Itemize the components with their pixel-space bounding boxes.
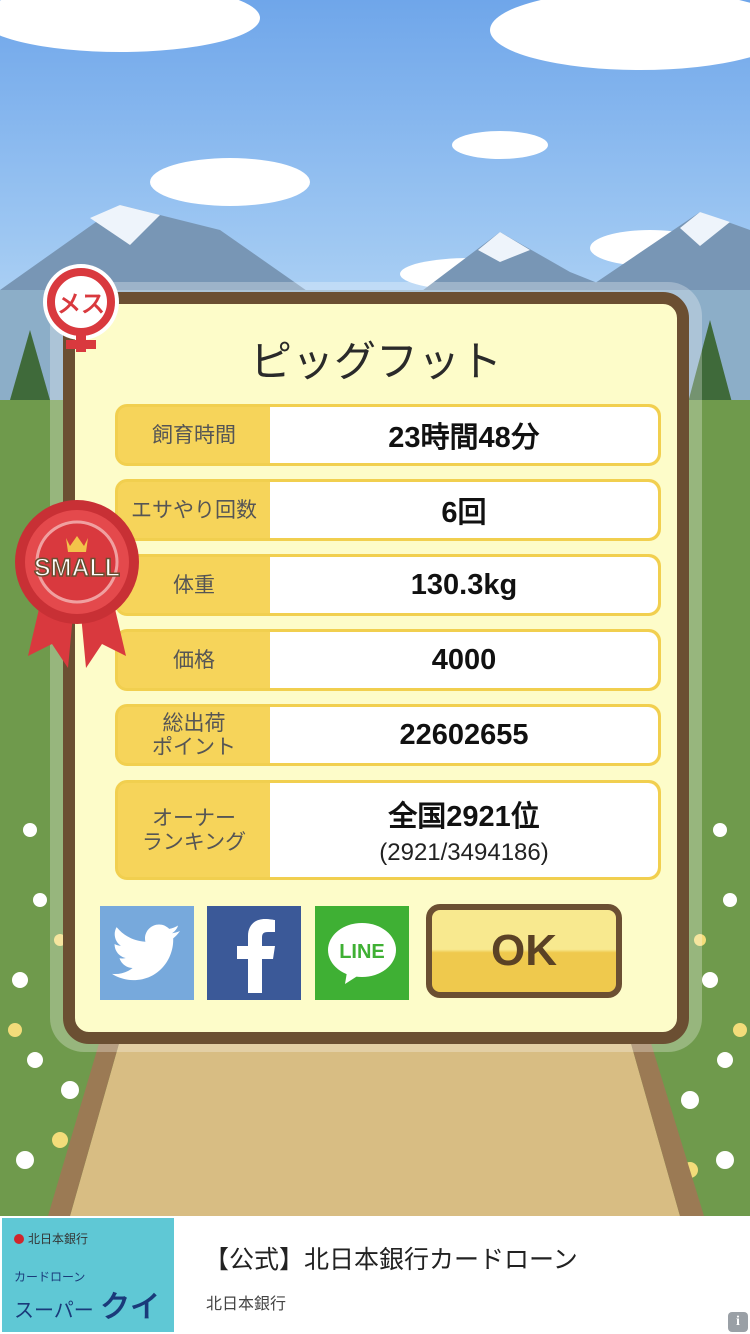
ad-card-prefix: スーパー bbox=[14, 1298, 94, 1322]
twitter-bird-icon bbox=[112, 924, 180, 981]
stat-value: 130.3kg bbox=[270, 557, 658, 613]
twitter-share-button[interactable] bbox=[100, 906, 194, 1000]
stat-row-breeding-time: 飼育時間 23時間48分 bbox=[115, 404, 661, 466]
stat-row-weight: 体重 130.3kg bbox=[115, 554, 661, 616]
ad-title[interactable]: 【公式】北日本銀行カードローン bbox=[204, 1240, 578, 1276]
line-share-button[interactable]: LINE bbox=[315, 906, 409, 1000]
facebook-f-icon bbox=[237, 919, 275, 993]
pig-result-panel: ピッグフット 飼育時間 23時間48分 エサやり回数 6回 体重 130.3kg… bbox=[63, 292, 689, 1044]
ad-banner[interactable]: 北日本銀行 カードローン スーパー クイカ 【公式】北日本銀行カードローン 北日… bbox=[0, 1216, 750, 1334]
stat-row-feed-count: エサやり回数 6回 bbox=[115, 479, 661, 541]
ranking-value-box: 全国2921位 (2921/3494186) bbox=[270, 783, 658, 877]
female-badge: メス bbox=[43, 264, 119, 352]
ad-image[interactable]: 北日本銀行 カードローン スーパー クイカ bbox=[2, 1218, 174, 1332]
stat-row-shipping-points: 総出荷 ポイント 22602655 bbox=[115, 704, 661, 766]
ad-info-icon[interactable]: i bbox=[728, 1312, 748, 1332]
ranking-value: 全国2921位 bbox=[388, 801, 540, 833]
female-badge-label: メス bbox=[57, 290, 105, 318]
line-label: LINE bbox=[339, 941, 385, 963]
stat-row-owner-ranking: オーナー ランキング 全国2921位 (2921/3494186) bbox=[115, 780, 661, 880]
stat-value: 4000 bbox=[270, 632, 658, 688]
stat-label: 総出荷 ポイント bbox=[152, 710, 236, 759]
facebook-share-button[interactable] bbox=[207, 906, 301, 1000]
ranking-detail: (2921/3494186) bbox=[379, 839, 549, 866]
size-badge-label: SMALL bbox=[34, 554, 120, 582]
ad-card-name-line: スーパー クイカ bbox=[14, 1282, 174, 1334]
stat-value: 6回 bbox=[270, 482, 658, 538]
stat-row-price: 価格 4000 bbox=[115, 629, 661, 691]
line-bubble-icon: LINE bbox=[328, 923, 396, 984]
stat-value: 23時間48分 bbox=[270, 407, 658, 463]
ad-bank-logo: 北日本銀行 bbox=[14, 1230, 88, 1247]
stat-label: 飼育時間 bbox=[152, 422, 236, 447]
size-rosette-badge: SMALL bbox=[15, 500, 139, 668]
stat-label: オーナー ランキング bbox=[141, 805, 247, 854]
stat-value: 22602655 bbox=[270, 707, 658, 763]
ok-button[interactable]: OK bbox=[426, 904, 622, 998]
pig-name: ピッグフット bbox=[249, 337, 502, 386]
ad-advertiser: 北日本銀行 bbox=[206, 1294, 287, 1313]
